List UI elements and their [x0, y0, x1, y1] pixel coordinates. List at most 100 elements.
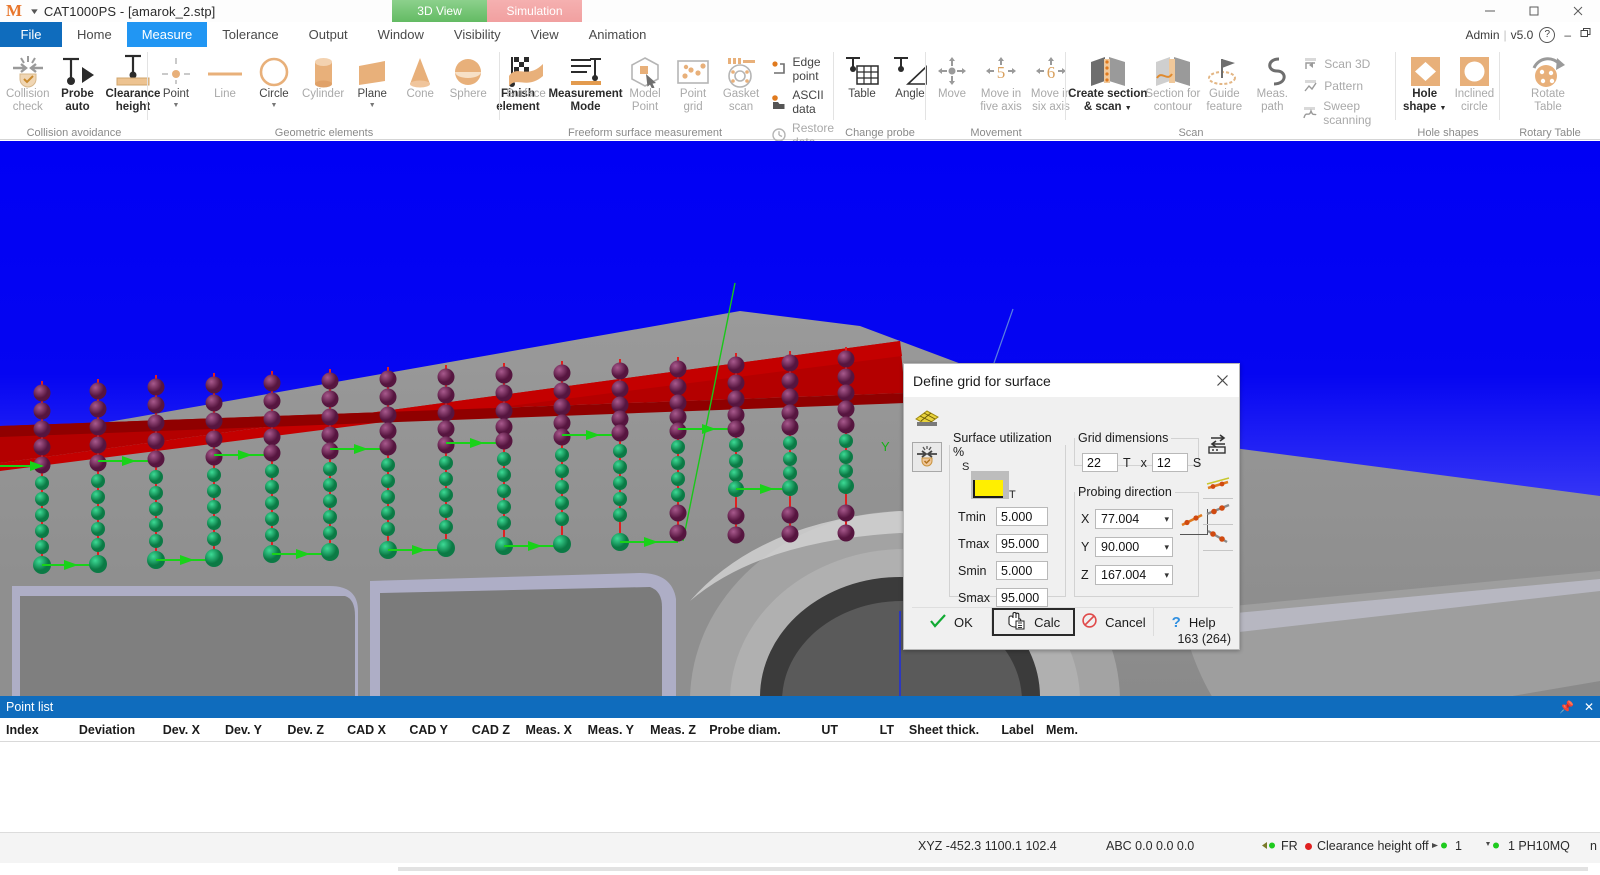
column-mem[interactable]: Mem. — [1040, 723, 1088, 737]
ribbon-minimize-icon[interactable]: – — [1564, 28, 1571, 42]
calc-button[interactable]: Calc — [992, 608, 1075, 636]
column-cad-x[interactable]: CAD X — [330, 723, 392, 737]
help-icon[interactable]: ? — [1539, 27, 1555, 43]
column-lt[interactable]: LT — [844, 723, 900, 737]
ribbon-button-cylinder[interactable]: Cylinder — [298, 50, 348, 101]
ok-button[interactable]: OK — [912, 608, 992, 636]
ribbon-button-cone[interactable]: Cone — [396, 50, 444, 101]
ribbon-button-scan-3d[interactable]: Scan 3D — [1302, 55, 1396, 72]
quick-access-caret-down-icon[interactable]: ▼ — [18, 7, 49, 16]
tab-home[interactable]: Home — [62, 22, 127, 47]
column-cad-z[interactable]: CAD Z — [454, 723, 516, 737]
probe-x-combo[interactable]: 77.004 ▾ — [1095, 509, 1173, 529]
circle-icon — [256, 52, 292, 88]
tmin-input[interactable]: 5.000 — [996, 507, 1048, 526]
pattern-icon — [1302, 77, 1319, 94]
ribbon-button-plane[interactable]: Plane ▼ — [348, 50, 396, 109]
ribbon-button-move-five-axis[interactable]: 5 Move in five axis — [976, 50, 1026, 114]
point-list-panel: Point list 📌 ✕ Index Deviation Dev. X De… — [0, 696, 1600, 851]
ribbon-button-create-section-scan[interactable]: Create section & scan ▼ — [1070, 50, 1145, 115]
swap-direction-button[interactable] — [1203, 431, 1233, 459]
column-meas-x[interactable]: Meas. X — [516, 723, 578, 737]
tab-window[interactable]: Window — [363, 22, 439, 47]
tab-tolerance[interactable]: Tolerance — [207, 22, 293, 47]
collision-toggle-button[interactable] — [912, 442, 942, 472]
ribbon-button-line[interactable]: Line — [200, 50, 250, 101]
ribbon-label: Rotate — [1531, 88, 1565, 101]
tab-simulation[interactable]: Simulation — [487, 0, 582, 22]
column-index[interactable]: Index — [0, 723, 70, 737]
ribbon-button-circle[interactable]: Circle ▼ — [250, 50, 298, 109]
tab-output[interactable]: Output — [294, 22, 363, 47]
close-button[interactable] — [1556, 0, 1600, 22]
ribbon-button-pattern[interactable]: Pattern — [1302, 77, 1396, 94]
ribbon-button-hole-shape[interactable]: Hole shape ▼ — [1399, 50, 1450, 115]
tmax-input[interactable]: 95.000 — [996, 534, 1048, 553]
dialog-close-icon[interactable] — [1209, 368, 1235, 392]
ribbon-button-collision-check[interactable]: Collision check — [2, 50, 53, 114]
chevron-down-icon[interactable]: ▼ — [1439, 105, 1446, 112]
chevron-down-icon[interactable]: ▼ — [271, 102, 278, 109]
ribbon-restore-icon[interactable] — [1580, 27, 1592, 42]
status-probe-count: 1 — [1432, 839, 1462, 853]
pin-icon[interactable]: 📌 — [1559, 700, 1574, 714]
vector-mode-3-button[interactable] — [1203, 525, 1233, 551]
grid-t-input[interactable]: 22 — [1082, 453, 1118, 472]
sur41face-grid-button surface-preview-button[interactable] — [912, 403, 942, 433]
column-deviation[interactable]: Deviation — [70, 723, 144, 737]
ribbon-button-gasket-scan[interactable]: Gasket scan — [717, 50, 765, 114]
ribbon-label: scan — [729, 101, 753, 114]
ribbon-button-point-grid[interactable]: Point grid — [669, 50, 717, 114]
ribbon-button-rotate-table[interactable]: Rotate Table — [1522, 50, 1574, 114]
cancel-button[interactable]: Cancel — [1075, 608, 1155, 636]
ribbon-button-probe-table[interactable]: Table — [838, 50, 886, 101]
close-icon[interactable]: ✕ — [1584, 700, 1594, 714]
tab-3d-view[interactable]: 3D View — [392, 0, 487, 22]
ribbon-button-sweep-scanning[interactable]: Sweep scanning — [1302, 99, 1396, 127]
ribbon-button-meas-path[interactable]: Meas. path — [1248, 50, 1296, 114]
vector-mode-1-button[interactable] — [1203, 473, 1233, 499]
ribbon-button-model-point[interactable]: Model Point — [621, 50, 669, 114]
maximize-button[interactable] — [1512, 0, 1556, 22]
minimize-button[interactable] — [1468, 0, 1512, 22]
column-label[interactable]: Label — [988, 723, 1040, 737]
model-point-icon — [626, 52, 664, 88]
tab-measure[interactable]: Measure — [127, 22, 208, 47]
column-meas-y[interactable]: Meas. Y — [578, 723, 640, 737]
ribbon-button-point[interactable]: Point ▼ — [152, 50, 200, 109]
chevron-down-icon[interactable]: ▼ — [173, 102, 180, 109]
ribbon-group-movement: Move 5 Move in five axis — [926, 47, 1066, 140]
column-sheet-thick[interactable]: Sheet thick. — [900, 723, 988, 737]
column-probe-diam[interactable]: Probe diam. — [702, 723, 788, 737]
ribbon-button-sphere[interactable]: Sphere — [444, 50, 492, 101]
ribbon-button-move[interactable]: Move — [928, 50, 976, 101]
chevron-down-icon[interactable]: ▼ — [1125, 105, 1132, 112]
smin-input[interactable]: 5.000 — [996, 561, 1048, 580]
ribbon-button-surface[interactable]: Surface — [502, 50, 550, 101]
tab-animation[interactable]: Animation — [574, 22, 662, 47]
ribbon-button-inclined-circle[interactable]: Inclined circle — [1450, 50, 1498, 114]
probe-z-combo[interactable]: 167.004 ▾ — [1095, 565, 1173, 585]
column-dev-y[interactable]: Dev. Y — [206, 723, 268, 737]
define-grid-dialog[interactable]: Define grid for surface — [903, 363, 1240, 650]
ribbon-button-probe-auto[interactable]: Probe auto — [53, 50, 101, 114]
smax-input[interactable]: 95.000 — [996, 588, 1048, 607]
column-meas-z[interactable]: Meas. Z — [640, 723, 702, 737]
3d-viewport[interactable]: Y Z X Z X — [0, 141, 1600, 696]
title-bar: M ▼ CAT1000PS - [amarok_2.stp] — [0, 0, 1600, 22]
ribbon-button-guide-feature[interactable]: Guide feature — [1200, 50, 1248, 114]
grid-s-input[interactable]: 12 — [1152, 453, 1188, 472]
column-dev-x[interactable]: Dev. X — [144, 723, 206, 737]
column-ut[interactable]: UT — [788, 723, 844, 737]
column-dev-z[interactable]: Dev. Z — [268, 723, 330, 737]
tab-file[interactable]: File — [0, 22, 62, 47]
probe-count-icon — [1432, 839, 1450, 853]
ribbon-button-section-for-contour[interactable]: Section for contour — [1145, 50, 1200, 114]
ribbon-button-measurement-mode[interactable]: Measurement Mode — [550, 50, 621, 114]
tab-visibility[interactable]: Visibility — [439, 22, 516, 47]
chevron-down-icon[interactable]: ▼ — [369, 102, 376, 109]
tab-view[interactable]: View — [516, 22, 574, 47]
vector-mode-2-button[interactable] — [1203, 499, 1233, 525]
column-cad-y[interactable]: CAD Y — [392, 723, 454, 737]
probe-y-combo[interactable]: 90.000 ▾ — [1095, 537, 1173, 557]
